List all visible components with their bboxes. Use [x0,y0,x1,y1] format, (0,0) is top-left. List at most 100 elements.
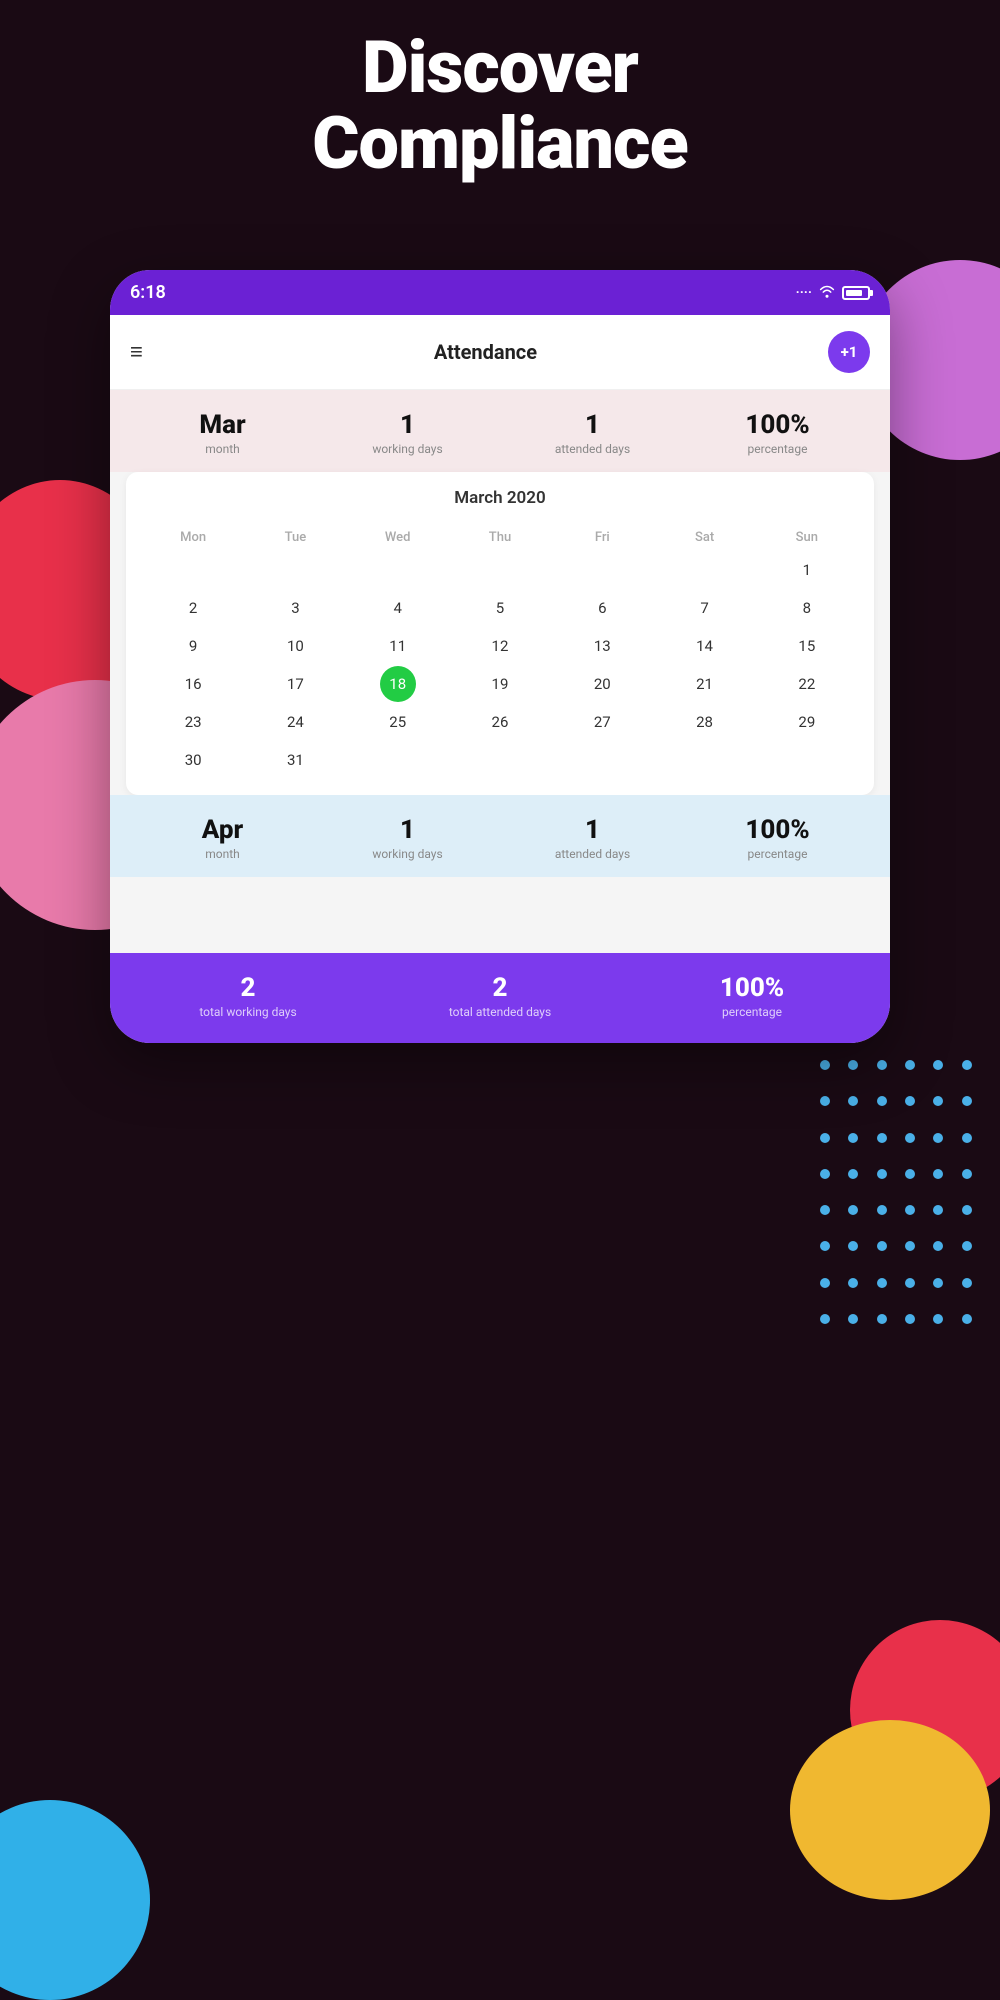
calendar-day-cell[interactable]: 22 [798,665,815,703]
status-icons: ···· [796,283,870,302]
dot [933,1314,943,1324]
app-header: ≡ Attendance +1 [110,315,890,390]
dot [848,1096,858,1106]
calendar-day-cell[interactable]: 21 [696,665,713,703]
dot [820,1314,830,1324]
header-line1: Discover [0,30,1000,106]
calendar-day-cell[interactable]: 2 [189,589,197,627]
calendar-day-cell[interactable]: 5 [496,589,504,627]
apr-attended-days-item: 1 attended days [504,815,681,861]
calendar-day-cell[interactable]: 6 [598,589,606,627]
dot [877,1205,887,1215]
dot [905,1278,915,1288]
calendar-day-cell[interactable]: 1 [803,551,811,589]
dot [905,1205,915,1215]
dot [820,1133,830,1143]
bg-circle-red-bottom [850,1620,1000,1800]
mar-working-days-value: 1 [319,410,496,440]
app-title: Attendance [434,340,537,364]
dot [962,1096,972,1106]
calendar-grid: MonTueWedThuFriSatSun1234567891011121314… [142,524,858,779]
footer-working-days-value: 2 [126,973,370,1003]
dot [962,1278,972,1288]
mar-working-days-item: 1 working days [319,410,496,456]
dot [905,1096,915,1106]
calendar-day-cell[interactable]: 25 [389,703,406,741]
calendar-day-cell[interactable]: 3 [291,589,299,627]
dot [848,1133,858,1143]
mar-percentage-label: percentage [689,442,866,456]
plus-badge-button[interactable]: +1 [828,331,870,373]
dot [820,1241,830,1251]
dot [933,1060,943,1070]
mar-month-label: month [134,442,311,456]
footer-attended-days-item: 2 total attended days [378,973,622,1019]
calendar-day-cell[interactable]: 28 [696,703,713,741]
dot [933,1096,943,1106]
calendar-title: March 2020 [142,488,858,508]
content-area: Mar month 1 working days 1 attended days… [110,390,890,953]
phone-mockup: 6:18 ···· ≡ Attendance +1 Mar [110,270,890,1043]
calendar-day-cell[interactable]: 18 [380,666,416,702]
footer-percentage-item: 100% percentage [630,973,874,1019]
calendar-day-cell[interactable]: 7 [700,589,708,627]
calendar-day-cell[interactable]: 4 [393,589,401,627]
dot [933,1205,943,1215]
apr-month-item: Apr month [134,815,311,861]
footer-percentage-label: percentage [630,1005,874,1019]
calendar-day-cell[interactable]: 20 [594,665,611,703]
dot [962,1060,972,1070]
mar-month-item: Mar month [134,410,311,456]
calendar-day-cell[interactable]: 14 [696,627,713,665]
dot [877,1241,887,1251]
hamburger-menu-icon[interactable]: ≡ [130,339,143,365]
apr-working-days-item: 1 working days [319,815,496,861]
apr-section: Apr month 1 working days 1 attended days… [110,795,890,893]
dots-pattern [800,1040,1000,1360]
bg-circle-blue-bottom [0,1800,150,2000]
calendar-day-cell[interactable]: 29 [798,703,815,741]
signal-dots-icon: ···· [796,285,812,301]
content-spacer [110,893,890,953]
calendar-day-cell[interactable]: 17 [287,665,304,703]
apr-month-summary: Apr month 1 working days 1 attended days… [110,795,890,877]
dot [962,1241,972,1251]
calendar-day-cell[interactable]: 12 [492,627,509,665]
dot [877,1133,887,1143]
calendar-day-cell[interactable]: 30 [185,741,202,779]
footer-attended-days-label: total attended days [378,1005,622,1019]
calendar-day-cell[interactable]: 13 [594,627,611,665]
dot [877,1060,887,1070]
mar-month-summary: Mar month 1 working days 1 attended days… [110,390,890,472]
dot [848,1060,858,1070]
apr-percentage-value: 100% [689,815,866,845]
calendar-day-cell[interactable]: 8 [803,589,811,627]
calendar-day-cell[interactable]: 16 [185,665,202,703]
calendar-container: March 2020 MonTueWedThuFriSatSun12345678… [126,472,874,795]
mar-attended-days-value: 1 [504,410,681,440]
footer-attended-days-value: 2 [378,973,622,1003]
calendar-day-cell[interactable]: 19 [492,665,509,703]
calendar-day-cell[interactable]: 26 [492,703,509,741]
battery-icon [842,286,870,300]
calendar-day-cell[interactable]: 23 [185,703,202,741]
apr-month-label: month [134,847,311,861]
calendar-day-cell[interactable]: 11 [389,627,406,665]
dot [962,1169,972,1179]
header-text: Discover Compliance [0,30,1000,181]
dot [848,1314,858,1324]
dot [962,1133,972,1143]
calendar-day-cell[interactable]: 31 [287,741,304,779]
dot [848,1169,858,1179]
dot [820,1205,830,1215]
calendar-day-cell[interactable]: 24 [287,703,304,741]
calendar-day-cell[interactable]: 27 [594,703,611,741]
apr-percentage-label: percentage [689,847,866,861]
calendar-day-cell[interactable]: 10 [287,627,304,665]
mar-percentage-item: 100% percentage [689,410,866,456]
dot [933,1169,943,1179]
calendar-day-cell[interactable]: 15 [798,627,815,665]
status-bar: 6:18 ···· [110,270,890,315]
status-time: 6:18 [130,282,166,303]
calendar-day-cell[interactable]: 9 [189,627,197,665]
